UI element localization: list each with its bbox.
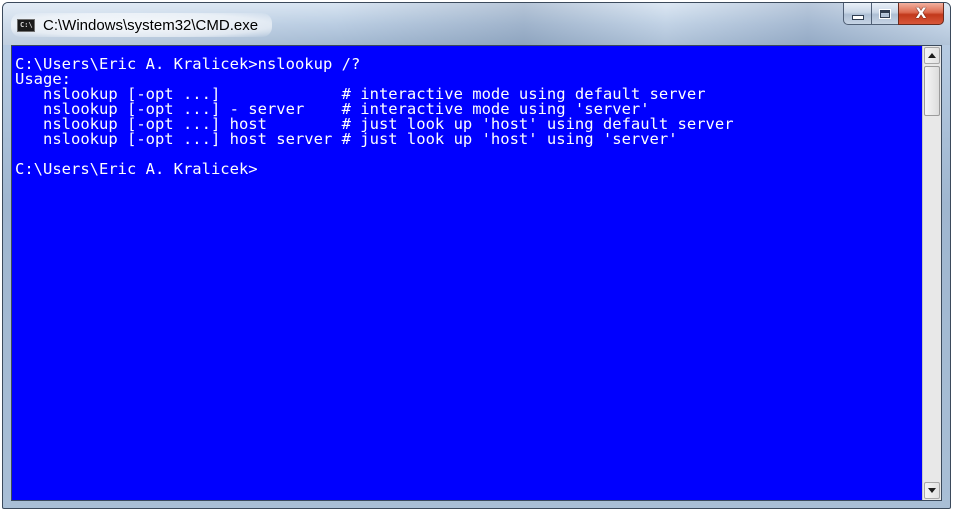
scroll-down-arrow-icon [928,488,936,493]
window-title: C:\Windows\system32\CMD.exe [43,16,259,34]
close-button[interactable]: X [898,3,944,25]
scroll-up-arrow-icon [928,53,936,58]
title-label: C:\ C:\Windows\system32\CMD.exe [11,13,273,37]
window-bottom-border [3,499,950,508]
close-icon: X [915,5,927,22]
console-text: C:\Users\Eric A. Kralicek>nslookup /? Usa… [12,46,922,177]
vertical-scrollbar[interactable] [922,46,941,500]
cmd-window: C:\ C:\Windows\system32\CMD.exe X C:\Use… [2,2,951,509]
console-output[interactable]: C:\Users\Eric A. Kralicek>nslookup /? Usa… [12,46,922,500]
minimize-button[interactable] [843,3,871,25]
maximize-button[interactable] [871,3,898,25]
scrollbar-thumb[interactable] [924,66,940,116]
title-bar[interactable]: C:\ C:\Windows\system32\CMD.exe X [3,3,950,45]
scroll-up-button[interactable] [924,47,940,64]
maximize-icon [879,8,891,19]
console-prompt-line: C:\Users\Eric A. Kralicek> [15,160,258,178]
caption-buttons: X [843,3,944,25]
console-client-area: C:\Users\Eric A. Kralicek>nslookup /? Usa… [11,45,942,501]
scroll-down-button[interactable] [924,482,940,499]
console-line: C:\Users\Eric A. Kralicek>nslookup /? [15,55,361,73]
console-line: nslookup [-opt ...] host server # just l… [15,130,678,148]
app-icon-text: C:\ [20,20,33,29]
cmd-app-icon[interactable]: C:\ [17,18,35,32]
minimize-icon [851,15,864,20]
